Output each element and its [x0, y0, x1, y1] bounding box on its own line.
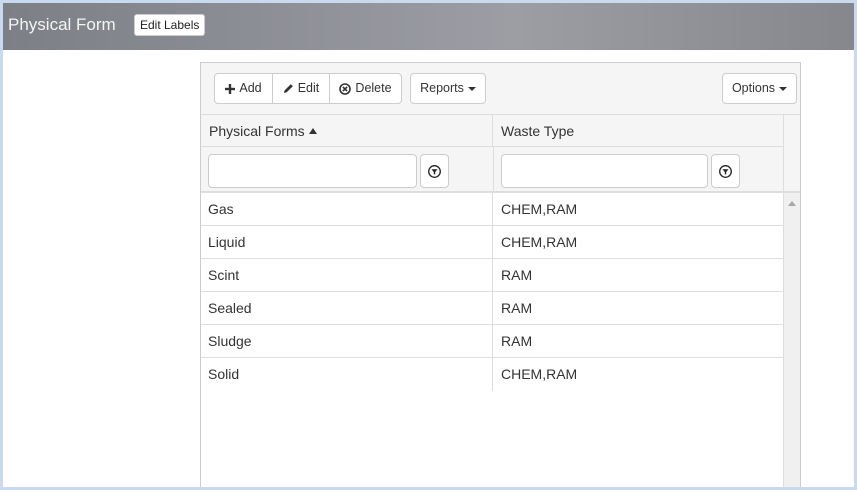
- table-row[interactable]: Scint RAM: [201, 259, 783, 292]
- edit-button-label: Edit: [297, 81, 320, 95]
- vertical-scrollbar[interactable]: [783, 193, 800, 487]
- funnel-icon: [719, 165, 732, 178]
- physical-form-cell: Liquid: [201, 226, 493, 259]
- table-row[interactable]: Sludge RAM: [201, 325, 783, 358]
- table-row[interactable]: Solid CHEM,RAM: [201, 358, 783, 391]
- reports-label: Reports: [420, 81, 464, 95]
- edit-button[interactable]: Edit: [272, 73, 330, 104]
- waste-type-cell: RAM: [501, 267, 533, 283]
- column-header-label: Waste Type: [501, 123, 575, 139]
- physical-form-cell: Sealed: [201, 292, 493, 325]
- physical-form-cell: Scint: [201, 259, 493, 292]
- grid-header: Physical Forms Waste Type: [201, 115, 783, 193]
- caret-down-icon: [779, 86, 788, 91]
- grid-body: Gas CHEM,RAM Liquid CHEM,RAM Scint RAM S…: [201, 193, 783, 487]
- waste-type-cell: RAM: [501, 300, 533, 316]
- delete-button[interactable]: Delete: [329, 73, 402, 104]
- table-row[interactable]: Gas CHEM,RAM: [201, 193, 783, 226]
- scrollbar-header: [783, 115, 800, 193]
- delete-button-label: Delete: [355, 81, 392, 95]
- grid-panel: Add Edit Delete Reports Options Physical…: [200, 62, 801, 487]
- options-label: Options: [731, 81, 776, 95]
- plus-icon: [225, 83, 236, 94]
- physical-forms-filter-input[interactable]: [208, 154, 417, 188]
- physical-form-cell: Sludge: [201, 325, 493, 358]
- waste-type-filter-button[interactable]: [711, 154, 740, 188]
- add-button-label: Add: [239, 81, 262, 95]
- caret-down-icon: [467, 86, 476, 91]
- column-header-waste-type[interactable]: Waste Type: [493, 115, 783, 147]
- waste-type-cell: RAM: [501, 333, 533, 349]
- table-row[interactable]: Sealed RAM: [201, 292, 783, 325]
- reports-dropdown[interactable]: Reports: [410, 73, 486, 104]
- add-button[interactable]: Add: [214, 73, 273, 104]
- column-divider: [493, 147, 494, 193]
- title-bar: Physical Form Edit Labels: [3, 3, 854, 50]
- waste-type-cell: CHEM,RAM: [501, 234, 578, 250]
- waste-type-filter-input[interactable]: [501, 154, 708, 188]
- physical-form-cell: Solid: [201, 358, 493, 391]
- funnel-icon: [428, 165, 441, 178]
- waste-type-cell: CHEM,RAM: [501, 201, 578, 217]
- options-dropdown[interactable]: Options: [722, 73, 797, 104]
- column-header-label: Physical Forms: [209, 123, 305, 139]
- page-title: Physical Form: [8, 15, 116, 34]
- physical-forms-filter-button[interactable]: [420, 154, 449, 188]
- table-row[interactable]: Liquid CHEM,RAM: [201, 226, 783, 259]
- circle-x-icon: [339, 82, 352, 95]
- physical-form-cell: Gas: [201, 193, 493, 226]
- column-header-physical-forms[interactable]: Physical Forms: [201, 115, 493, 147]
- edit-labels-button[interactable]: Edit Labels: [134, 14, 206, 36]
- pencil-icon: [283, 84, 293, 94]
- grid-toolbar: Add Edit Delete Reports Options: [201, 63, 800, 115]
- waste-type-cell: CHEM,RAM: [501, 366, 578, 382]
- scroll-up-arrow-icon[interactable]: [788, 201, 796, 206]
- sort-ascending-icon: [308, 128, 317, 134]
- app-window: Physical Form Edit Labels Add Edit Delet…: [3, 3, 854, 487]
